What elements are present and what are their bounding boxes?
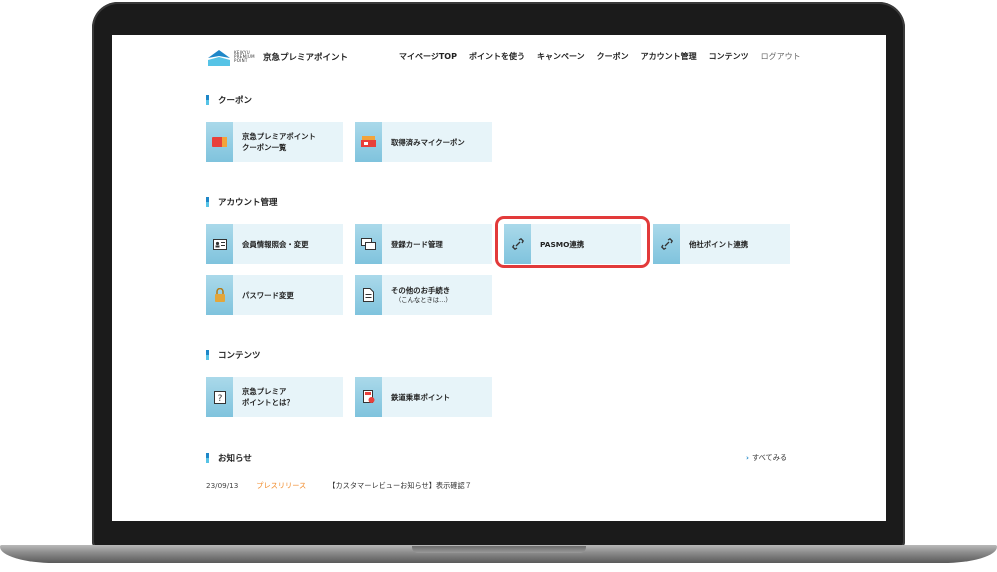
- tile-label-line1: 他社ポイント連携: [689, 239, 749, 249]
- site-header: KEIKYU PREMIUM POINT 京急プレミアポイント マイページTOP…: [112, 35, 886, 79]
- tile-label: パスワード変更: [233, 290, 294, 301]
- tile-card-management[interactable]: 登録カード管理: [355, 224, 492, 264]
- section-marker: [206, 453, 209, 463]
- section-marker: [206, 95, 209, 105]
- tile-label-line1: 登録カード管理: [391, 239, 443, 249]
- logo-mark-icon: [206, 48, 232, 68]
- tile-label-line1: 鉄道乗車ポイント: [391, 392, 451, 402]
- tile-label-line1: 会員情報照会・変更: [242, 239, 309, 249]
- section-marker: [206, 350, 209, 360]
- acquired-coupon-icon: [355, 122, 382, 162]
- section-title-text: お知らせ: [218, 454, 252, 464]
- chevron-right-icon: ›: [746, 453, 749, 462]
- nav-contents[interactable]: コンテンツ: [709, 51, 749, 62]
- tile-label: 京急プレミアポイント クーポン一覧: [233, 131, 316, 153]
- logo-name[interactable]: 京急プレミアポイント: [263, 51, 348, 63]
- tile-label: 登録カード管理: [382, 239, 443, 250]
- tile-label: 他社ポイント連携: [680, 239, 748, 250]
- section-marker: [206, 197, 209, 207]
- tile-label-line1: パスワード変更: [242, 290, 294, 300]
- highlight-frame: [495, 216, 650, 268]
- nav-use-points[interactable]: ポイントを使う: [469, 51, 525, 62]
- tile-label-line1: 取得済みマイクーポン: [391, 137, 465, 147]
- tile-about-points[interactable]: ? 京急プレミア ポイントとは？: [206, 377, 343, 417]
- tile-label: 取得済みマイクーポン: [382, 137, 465, 148]
- nav-account[interactable]: アカウント管理: [641, 51, 697, 62]
- section-title-coupon: クーポン: [206, 94, 252, 106]
- laptop-notch: [412, 546, 586, 553]
- svg-text:?: ?: [217, 394, 222, 404]
- train-ticket-icon: [355, 377, 382, 417]
- cards-icon: [355, 224, 382, 264]
- section-title-text: アカウント管理: [218, 198, 278, 208]
- tile-member-info[interactable]: 会員情報照会・変更: [206, 224, 343, 264]
- nav-coupon[interactable]: クーポン: [597, 51, 629, 62]
- coupon-ticket-icon: [206, 122, 233, 162]
- tile-label: 会員情報照会・変更: [233, 239, 309, 250]
- tile-coupon-list[interactable]: 京急プレミアポイント クーポン一覧: [206, 122, 343, 162]
- question-icon: ?: [206, 377, 233, 417]
- tile-my-coupons[interactable]: 取得済みマイクーポン: [355, 122, 492, 162]
- tile-label-line1: 京急プレミア: [242, 387, 287, 396]
- see-all-link[interactable]: › すべてみる: [746, 453, 787, 463]
- nav-mypage-top[interactable]: マイページTOP: [399, 51, 457, 62]
- news-title: 【カスタマーレビューお知らせ】表示確認７: [328, 481, 472, 490]
- tile-label: 京急プレミア ポイントとは？: [233, 386, 294, 408]
- tile-partner-points[interactable]: 他社ポイント連携: [653, 224, 790, 264]
- tile-label: 鉄道乗車ポイント: [382, 392, 450, 403]
- logo-subtitle: KEIKYU PREMIUM POINT: [234, 50, 255, 63]
- tile-label-line1: 京急プレミアポイント: [242, 132, 316, 141]
- member-card-icon: [206, 224, 233, 264]
- tile-label-line2: （こんなときは…）: [395, 297, 452, 304]
- link-icon: [653, 224, 680, 264]
- global-nav: マイページTOP ポイントを使う キャンペーン クーポン アカウント管理 コンテ…: [399, 51, 801, 62]
- see-all-label: すべてみる: [751, 453, 788, 462]
- tile-label-line2: ポイントとは？: [242, 398, 294, 407]
- section-title-news: お知らせ: [206, 452, 252, 464]
- news-item[interactable]: 23/09/13 プレスリリース 【カスタマーレビューお知らせ】表示確認７: [206, 481, 472, 491]
- section-title-text: クーポン: [218, 96, 253, 106]
- section-title-contents: コンテンツ: [206, 349, 261, 361]
- section-title-account: アカウント管理: [206, 196, 278, 208]
- tile-label: その他のお手続き （こんなときは…）: [382, 285, 452, 305]
- nav-campaign[interactable]: キャンペーン: [537, 51, 585, 62]
- logout-link[interactable]: ログアウト: [761, 51, 801, 62]
- tile-label-line2: クーポン一覧: [242, 143, 287, 152]
- laptop-screen: KEIKYU PREMIUM POINT 京急プレミアポイント マイページTOP…: [112, 35, 886, 521]
- news-date: 23/09/13: [206, 481, 239, 490]
- tile-railway-points[interactable]: 鉄道乗車ポイント: [355, 377, 492, 417]
- tile-password-change[interactable]: パスワード変更: [206, 275, 343, 315]
- document-icon: [355, 275, 382, 315]
- section-title-text: コンテンツ: [218, 351, 261, 361]
- lock-icon: [206, 275, 233, 315]
- news-tag: プレスリリース: [256, 481, 307, 490]
- tile-label-line1: その他のお手続き: [391, 286, 451, 295]
- tile-other-procedures[interactable]: その他のお手続き （こんなときは…）: [355, 275, 492, 315]
